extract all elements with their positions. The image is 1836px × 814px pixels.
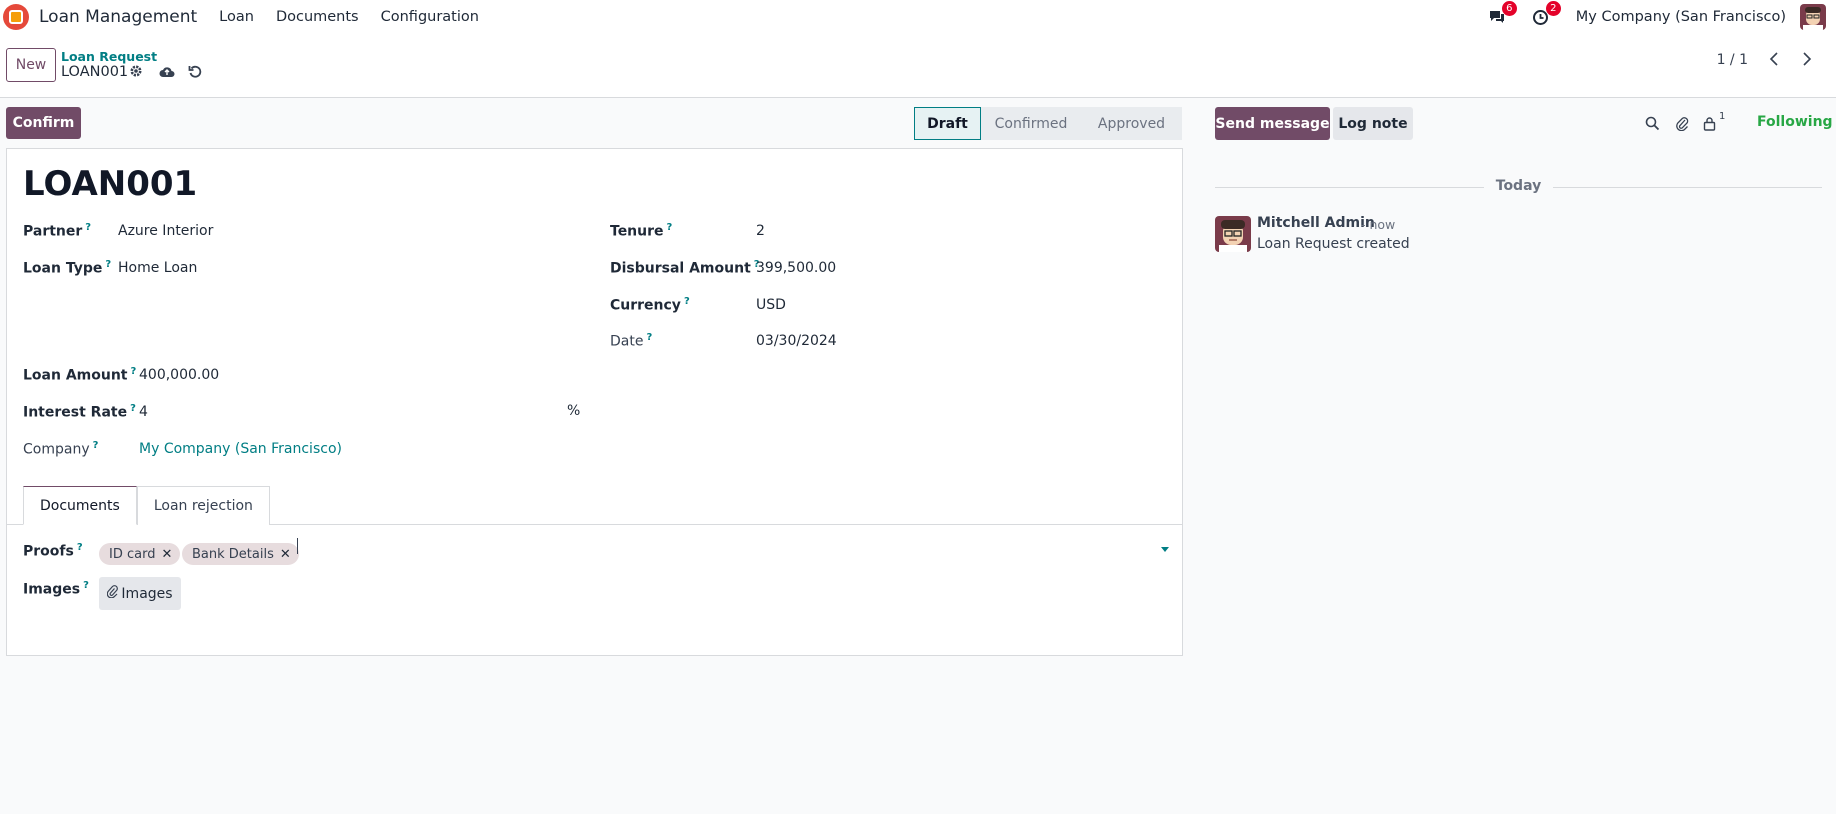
record-name: LOAN001: [61, 64, 129, 80]
help-mark[interactable]: ?: [83, 580, 89, 591]
messages-badge: 6: [1501, 1, 1517, 16]
tab-loan-rejection[interactable]: Loan rejection: [136, 486, 270, 525]
app-title[interactable]: Loan Management: [39, 7, 197, 27]
notebook-tabs: Documents Loan rejection: [23, 486, 270, 525]
help-mark[interactable]: ?: [130, 403, 136, 414]
disbursal-amount-field[interactable]: 399,500.00: [756, 260, 836, 276]
help-mark[interactable]: ?: [93, 440, 99, 451]
disbursal-amount-label: Disbursal Amount?: [610, 259, 760, 277]
loan-type-label: Loan Type?: [23, 259, 112, 277]
chevron-left-icon[interactable]: [1759, 44, 1789, 74]
percent-unit: %: [567, 403, 581, 419]
menu-documents[interactable]: Documents: [276, 9, 359, 25]
partner-label: Partner?: [23, 222, 92, 240]
follower-count: 1: [1719, 111, 1726, 122]
currency-label: Currency?: [610, 296, 690, 314]
menu-configuration[interactable]: Configuration: [381, 9, 479, 25]
day-separator: Today: [1215, 178, 1822, 196]
undo-icon[interactable]: [186, 62, 204, 80]
paperclip-icon: [107, 585, 119, 602]
day-label: Today: [1483, 178, 1554, 194]
loan-amount-field[interactable]: 400,000.00: [139, 367, 219, 383]
currency-field[interactable]: USD: [756, 297, 786, 313]
gear-icon[interactable]: [127, 62, 145, 80]
company-field[interactable]: My Company (San Francisco): [139, 441, 342, 457]
loan-amount-label: Loan Amount?: [23, 366, 137, 384]
pager-value[interactable]: 1 / 1: [1717, 52, 1748, 68]
stage-confirmed[interactable]: Confirmed: [981, 107, 1081, 140]
help-mark[interactable]: ?: [77, 542, 83, 553]
activities-badge: 2: [1545, 1, 1561, 16]
date-label: Date?: [610, 332, 653, 350]
close-icon[interactable]: ✕: [280, 547, 291, 562]
help-mark[interactable]: ?: [131, 366, 137, 377]
message-body: Loan Request created: [1257, 236, 1410, 252]
following-button[interactable]: Following: [1757, 114, 1833, 130]
help-mark[interactable]: ?: [684, 296, 690, 307]
search-icon[interactable]: [1643, 114, 1661, 132]
message-time: - now: [1361, 217, 1396, 232]
status-bar: Draft Confirmed Approved: [914, 107, 1182, 140]
user-avatar[interactable]: [1800, 4, 1826, 30]
menu-loan[interactable]: Loan: [219, 9, 254, 25]
proofs-label: Proofs?: [23, 542, 83, 560]
tab-documents[interactable]: Documents: [23, 486, 137, 525]
send-message-button[interactable]: Send message: [1215, 107, 1330, 140]
date-field[interactable]: 03/30/2024: [756, 333, 837, 349]
proof-tag: Bank Details ✕: [182, 543, 299, 565]
help-mark[interactable]: ?: [667, 222, 673, 233]
loan-type-field[interactable]: Home Loan: [118, 260, 197, 276]
help-mark[interactable]: ?: [646, 332, 652, 343]
cloud-upload-icon[interactable]: [158, 62, 176, 80]
caret-down-icon[interactable]: [1161, 547, 1169, 552]
clock-icon[interactable]: 2: [1530, 1, 1561, 28]
new-button[interactable]: New: [6, 48, 56, 82]
images-label: Images?: [23, 580, 89, 598]
author-avatar[interactable]: [1215, 216, 1251, 252]
images-button-label: Images: [121, 585, 173, 602]
partner-field[interactable]: Azure Interior: [118, 223, 213, 239]
interest-rate-field[interactable]: 4: [139, 404, 148, 420]
paperclip-icon[interactable]: [1673, 114, 1691, 132]
proof-tag-label: ID card: [109, 546, 156, 562]
top-navbar: Loan Management Loan Documents Configura…: [0, 0, 1836, 34]
stage-approved[interactable]: Approved: [1081, 107, 1182, 140]
proof-tag-label: Bank Details: [192, 546, 274, 562]
company-switcher[interactable]: My Company (San Francisco): [1576, 9, 1786, 25]
message-author[interactable]: Mitchell Admin: [1257, 215, 1375, 231]
tenure-label: Tenure?: [610, 222, 673, 240]
control-panel: New Loan Request LOAN001 1 / 1: [0, 34, 1836, 98]
lock-icon[interactable]: [1700, 114, 1718, 132]
record-title[interactable]: LOAN001: [23, 164, 197, 204]
company-label: Company?: [23, 440, 99, 458]
stage-draft[interactable]: Draft: [914, 107, 981, 140]
chat-icon[interactable]: 6: [1486, 1, 1517, 28]
images-upload-button[interactable]: Images: [99, 577, 181, 610]
help-mark[interactable]: ?: [85, 222, 91, 233]
proofs-input[interactable]: [297, 538, 298, 554]
log-note-button[interactable]: Log note: [1333, 107, 1413, 140]
close-icon[interactable]: ✕: [161, 547, 172, 562]
systray: 6 2 My Company (San Francisco): [1486, 0, 1836, 34]
interest-rate-label: Interest Rate?: [23, 403, 136, 421]
proof-tag: ID card ✕: [99, 543, 181, 565]
help-mark[interactable]: ?: [105, 259, 111, 270]
tenure-field[interactable]: 2: [756, 223, 765, 239]
confirm-button[interactable]: Confirm: [6, 107, 81, 139]
app-logo-icon[interactable]: [3, 4, 29, 30]
chevron-right-icon[interactable]: [1792, 44, 1822, 74]
main-menu: Loan Documents Configuration: [219, 9, 479, 25]
form-sheet: LOAN001 Partner? Azure Interior Loan Typ…: [6, 148, 1183, 656]
